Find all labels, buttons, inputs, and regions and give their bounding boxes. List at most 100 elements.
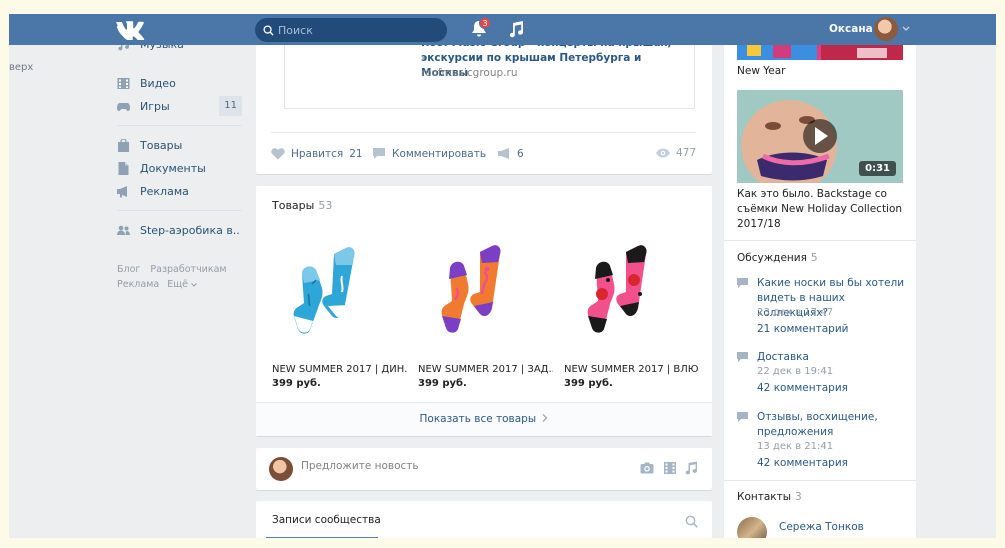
- video-icon: [117, 77, 130, 90]
- comment-icon: [737, 278, 748, 288]
- sock-image: [587, 245, 647, 333]
- video-caption[interactable]: Как это было. Backstage со съёмки New Ho…: [737, 187, 907, 232]
- goods-count: 53: [318, 199, 333, 212]
- search-input[interactable]: [278, 23, 438, 37]
- sidebar-item-games[interactable]: Игры 11: [117, 96, 242, 116]
- video-icon[interactable]: [663, 461, 677, 475]
- topic-comments[interactable]: 21 комментарий: [757, 323, 849, 335]
- sidebar-item-documents[interactable]: Документы: [117, 158, 242, 178]
- views-counter: 477: [655, 147, 696, 159]
- footer-more-label: Ещё: [167, 279, 188, 290]
- chevron-down-icon: [191, 283, 197, 287]
- goods-item-name: NEW SUMMER 2017 | ВЛЮ...: [564, 364, 699, 375]
- sidebar-item-label: Документы: [140, 161, 206, 175]
- like-button[interactable]: Нравится 21: [271, 147, 363, 160]
- music-icon[interactable]: [508, 21, 524, 38]
- vk-page: 3 Оксана верх Музыка Видео Игры 11 Товар…: [9, 14, 996, 538]
- discussions-count: 5: [810, 252, 818, 264]
- footer-more-link[interactable]: Ещё: [167, 279, 197, 290]
- show-all-goods-label: Показать все товары: [419, 413, 537, 425]
- sidebar-item-ads[interactable]: Реклама: [117, 181, 242, 201]
- repost-count: 6: [517, 147, 524, 160]
- topic-comments[interactable]: 42 комментария: [757, 382, 848, 394]
- camera-icon[interactable]: [640, 461, 654, 475]
- comment-icon: [737, 352, 748, 362]
- user-avatar[interactable]: [874, 17, 898, 41]
- footer-blog-link[interactable]: Блог: [117, 264, 140, 275]
- discussions-title: Обсуждения: [737, 252, 807, 264]
- sock-image: [441, 245, 501, 333]
- sidebar-item-label: Игры: [140, 99, 170, 113]
- section-divider: [724, 240, 916, 241]
- eye-icon: [655, 148, 670, 158]
- goods-header[interactable]: Товары 53: [272, 199, 332, 212]
- shopping-bag-icon: [117, 138, 130, 152]
- sidebar-item-label: Step-аэробика в..: [140, 223, 240, 237]
- video-duration: 0:31: [859, 161, 896, 176]
- gamepad-icon: [117, 100, 130, 113]
- user-name[interactable]: Оксана: [829, 23, 873, 35]
- megaphone-icon: [117, 185, 130, 198]
- section-divider: [724, 480, 916, 481]
- goods-item-price: 399 руб.: [564, 378, 613, 389]
- like-count: 21: [349, 147, 363, 160]
- show-all-goods-button[interactable]: Показать все товары: [256, 402, 712, 436]
- topic-title[interactable]: Отзывы, восхищение, предложения: [757, 410, 912, 440]
- footer-developers-link[interactable]: Разработчикам: [150, 264, 226, 275]
- music-icon[interactable]: [684, 461, 698, 475]
- sidebar-divider: [117, 125, 242, 126]
- games-count-badge: 11: [219, 96, 242, 116]
- goods-item-name: NEW SUMMER 2017 | ЗАД...: [418, 364, 553, 375]
- sidebar-item-group[interactable]: Step-аэробика в..: [117, 220, 242, 240]
- right-column: New Year 0:31 Как это было. Backstage со…: [724, 14, 916, 538]
- views-count: 477: [675, 147, 696, 159]
- avatar[interactable]: [737, 517, 767, 538]
- comment-button[interactable]: Комментировать: [372, 147, 486, 160]
- notifications-badge: 3: [479, 17, 491, 29]
- avatar: [269, 457, 293, 481]
- chevron-right-icon: [543, 414, 548, 422]
- suggest-news-input[interactable]: [301, 460, 601, 472]
- tab-community-posts[interactable]: Записи сообщества: [272, 514, 381, 526]
- topic-date: 22 дек в 19:41: [757, 366, 834, 377]
- post-actions: Нравится 21 Комментировать 6 477: [271, 147, 696, 163]
- top-bar: 3 Оксана: [9, 14, 996, 45]
- sock-image: [293, 247, 355, 334]
- suggest-news-card: [256, 448, 712, 490]
- megaphone-icon: [498, 148, 509, 159]
- search-icon: [263, 24, 274, 36]
- contacts-header[interactable]: Контакты 3: [737, 491, 802, 503]
- sidebar-item-label: Товары: [140, 138, 183, 152]
- sidebar-item-label: Реклама: [140, 184, 189, 198]
- goods-item-name: NEW SUMMER 2017 | ДИН...: [272, 364, 407, 375]
- contacts-title: Контакты: [737, 491, 792, 503]
- heart-icon: [271, 148, 285, 160]
- sidebar-item-label: Видео: [140, 76, 176, 90]
- share-button[interactable]: 6: [497, 147, 524, 160]
- footer-ads-link[interactable]: Реклама: [117, 279, 159, 290]
- goods-title: Товары: [272, 199, 315, 212]
- search-box[interactable]: [255, 18, 447, 42]
- goods-item-price: 399 руб.: [272, 378, 321, 389]
- topic-comments[interactable]: 42 комментария: [757, 457, 848, 469]
- sidebar-footer-row1: Блог Разработчикам: [117, 264, 237, 275]
- contacts-count: 3: [795, 491, 802, 503]
- sidebar-item-goods[interactable]: Товары: [117, 135, 242, 155]
- chevron-down-icon[interactable]: [902, 26, 910, 32]
- sidebar-divider: [117, 210, 242, 211]
- link-url[interactable]: roofmusicgroup.ru: [421, 67, 517, 79]
- search-icon[interactable]: [685, 515, 698, 528]
- topic-date: 13 дек в 21:41: [757, 441, 834, 452]
- group-icon: [117, 224, 130, 237]
- video-thumbnail[interactable]: 0:31: [737, 90, 903, 183]
- album-caption[interactable]: New Year: [737, 65, 785, 77]
- topic-date: 23 дек в 17:47: [757, 307, 834, 318]
- vk-logo-icon[interactable]: [114, 18, 146, 40]
- contact-name[interactable]: Сережа Тонков: [779, 521, 864, 533]
- sidebar-item-video[interactable]: Видео: [117, 73, 242, 93]
- goods-item-price: 399 руб.: [418, 378, 467, 389]
- topic-title[interactable]: Доставка: [757, 350, 912, 365]
- post-divider: [271, 132, 696, 133]
- like-label: Нравится: [291, 147, 344, 160]
- discussions-header[interactable]: Обсуждения 5: [737, 252, 818, 264]
